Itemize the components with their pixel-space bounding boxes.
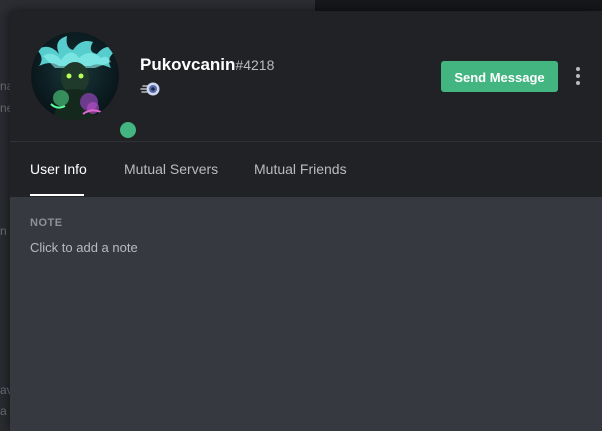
note-label: NOTE: [30, 217, 63, 229]
note-input[interactable]: Click to add a note: [30, 238, 570, 258]
tab-mutual-friends[interactable]: Mutual Friends: [254, 161, 347, 177]
username-line: Pukovcanin#4218: [140, 55, 274, 75]
user-profile-modal: Pukovcanin#4218 Send Message User Info M…: [10, 11, 602, 431]
discriminator: #4218: [235, 57, 275, 73]
background-text-fragment: n: [0, 224, 7, 238]
kebab-menu-icon[interactable]: [570, 65, 586, 89]
background-text-fragment: a: [0, 404, 7, 418]
send-message-button[interactable]: Send Message: [441, 61, 558, 92]
tab-user-info[interactable]: User Info: [30, 161, 87, 177]
profile-header: Pukovcanin#4218 Send Message User Info M…: [10, 11, 602, 197]
tab-mutual-servers[interactable]: Mutual Servers: [124, 161, 218, 177]
user-avatar[interactable]: [31, 32, 139, 141]
avatar-image: [31, 32, 119, 120]
header-divider: [10, 141, 602, 142]
active-tab-indicator: [30, 194, 84, 196]
username: Pukovcanin: [140, 55, 236, 74]
background-topbar: [0, 0, 315, 11]
hypesquad-badge-icon[interactable]: [140, 81, 162, 97]
background-channel-column: [0, 11, 10, 431]
online-status-indicator: [117, 119, 139, 141]
